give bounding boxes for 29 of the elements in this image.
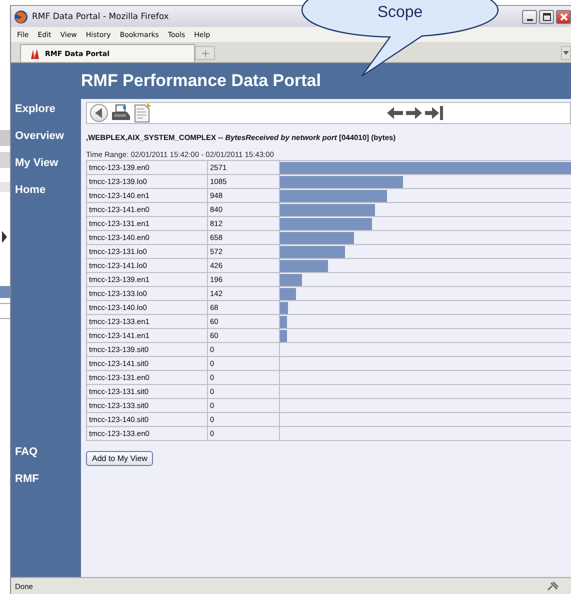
export-document-icon[interactable] [134, 103, 152, 123]
nav-link[interactable]: FAQ [15, 446, 81, 458]
nav-link[interactable]: Home [15, 184, 81, 196]
page-title: RMF Performance Data Portal [81, 71, 321, 91]
back-icon [95, 108, 103, 118]
close-icon [560, 12, 568, 20]
nav-link[interactable]: Explore [15, 103, 81, 115]
callout-text: Scope [377, 4, 423, 22]
site-icon [29, 48, 41, 60]
back-button[interactable] [90, 104, 108, 122]
printer-icon[interactable] [111, 104, 131, 122]
nav-link[interactable]: RMF [15, 473, 81, 485]
maximize-button[interactable] [539, 10, 554, 24]
nav-link[interactable]: Overview [15, 130, 81, 142]
add-to-view-button[interactable]: Add to My View [86, 451, 154, 466]
close-button[interactable] [556, 10, 571, 24]
minimize-button[interactable] [522, 10, 537, 24]
last-page-icon[interactable] [425, 106, 443, 120]
window-title: RMF Data Portal - Mozilla Firefox [32, 12, 169, 22]
plug-icon [547, 581, 559, 591]
caret-icon [563, 51, 569, 55]
left-arrow-icon[interactable] [387, 107, 403, 119]
minimize-icon [526, 18, 532, 20]
right-arrow-icon[interactable] [406, 107, 422, 119]
plus-icon [202, 50, 208, 56]
maximize-icon [542, 12, 550, 20]
nav-link[interactable]: My View [15, 157, 81, 169]
browser-logo-icon [14, 10, 28, 24]
tab-list-button[interactable] [561, 46, 571, 60]
